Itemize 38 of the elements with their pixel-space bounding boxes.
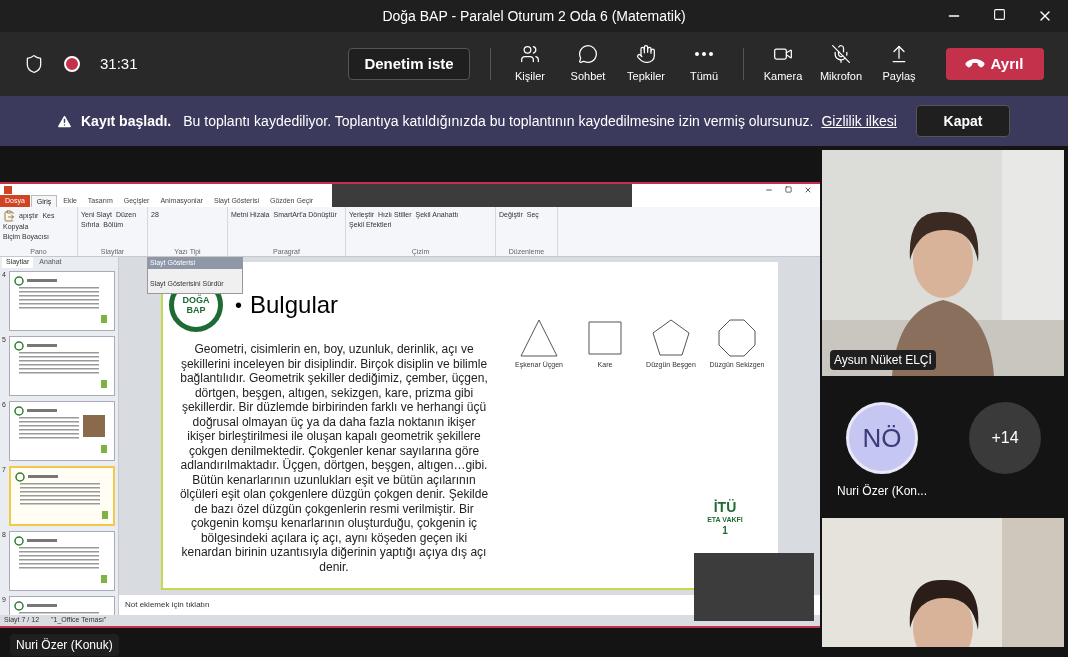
chat-icon [578, 43, 598, 64]
square-shape [585, 318, 625, 358]
mic-off-icon [831, 43, 851, 64]
more-participants-button[interactable]: +14 [969, 402, 1041, 474]
toolbar-button[interactable]: Paylaş [872, 36, 926, 92]
leave-button[interactable]: Ayrıl [946, 48, 1044, 80]
toolbar-button[interactable]: Kamera [756, 36, 810, 92]
more-icon [695, 51, 713, 56]
people-icon [520, 43, 540, 64]
close-banner-button[interactable]: Kapat [916, 105, 1010, 137]
hand-icon [636, 43, 656, 64]
slide-body: Geometri, cisimlerin en, boy, uzunluk, derinlik, açı ve şekillerini inceleyen bir disiplindir. Birçok disiplin ve bilimle bağlantılıdır. Geometrik şekiller dediğimiz, çember, üçgen, dörtgen, beşgen, altıgen, sekizgen, kare, prizma gibi şekillerdir. Bir düzlemde birbirinden farklı ve herhangi üçü doğrusal olmayan üç ya da daha fazla noktanın ikişer ikişer birleştirilmesi ile oluşan kapalı geometrik şekillere çokgen denilmektedir. Çokgenler kenar sayılarına göre adlandırılmaktadır. Üçgen, dörtgen, beşgen, altıgen…gibi. Bütün kenarlarının uzunlukları eşit ve bütün açılarının ölçüleri eşit olan çokgenlere düzgün çokgen denir. Şekilde de bazı özel düzgün çokgenlerin resmi verilmiştir. Bir çokgenin komşu kenarlarının oluşturduğu, çokgenin iç bölgesindeki açılara iç açı, aynı köşeden geçen iki kenardan birinin uzantısıyla diğerinin yaptığı açıya dış açı denir. [179, 342, 489, 574]
triangle-shape [519, 318, 559, 358]
slide-title: Bulgular [250, 290, 339, 320]
privacy-link[interactable]: Gizlilik ilkesi [821, 110, 897, 132]
meeting-timer: 31:31 [100, 53, 138, 74]
close-icon[interactable] [804, 185, 812, 194]
toolbar-button[interactable]: Sohbet [561, 36, 615, 92]
shield-icon[interactable] [24, 54, 44, 74]
participant-name: Aysun Nüket ELÇİ [830, 350, 936, 370]
pentagon-shape [651, 318, 691, 358]
toolbar-button[interactable]: Kişiler [503, 36, 557, 92]
toolbar-button[interactable]: Tümü [677, 36, 731, 92]
avatar: NÖ [846, 402, 918, 474]
banner-message: Bu toplantı kaydediliyor. Toplantıya katıldığınızda bu toplantının kaydedilmesine izin vermiş olursunuz. [183, 111, 814, 131]
bullet: • [235, 293, 242, 318]
participant-name: Nuri Özer (Kon... [837, 483, 927, 500]
paste-icon[interactable] [3, 210, 15, 222]
window-title: Doğa BAP - Paralel Oturum 2 Oda 6 (Matematik) [382, 6, 686, 26]
warning-icon [56, 112, 73, 130]
request-control-button[interactable]: Denetim iste [348, 48, 470, 80]
toolbar-button[interactable]: Tepkiler [619, 36, 673, 92]
toolbar-button[interactable]: Mikrofon [814, 36, 868, 92]
notes-placeholder[interactable]: Not eklemek için tıklatın [125, 599, 210, 611]
banner-title: Kayıt başladı. [81, 111, 172, 131]
octagon-shape [717, 318, 757, 358]
presenter-name: Nuri Özer (Konuk) [10, 634, 119, 656]
app-icon[interactable] [4, 185, 12, 194]
